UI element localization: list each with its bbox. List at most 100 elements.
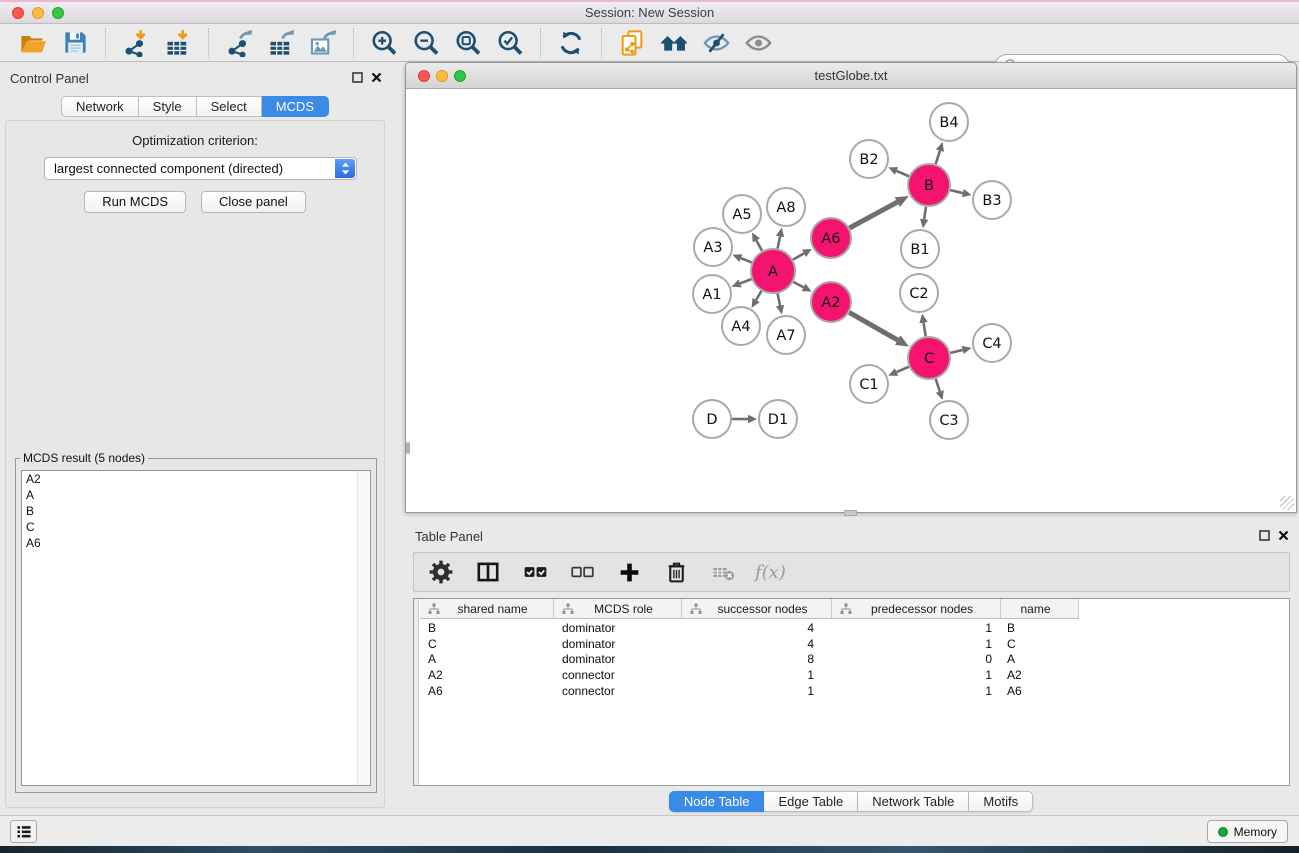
graph-node-A8[interactable]: A8 — [767, 188, 805, 226]
graph-node-A3[interactable]: A3 — [694, 228, 732, 266]
tab-mcds[interactable]: MCDS — [262, 96, 329, 117]
zoom-in-button[interactable] — [366, 27, 402, 59]
gear-button[interactable] — [426, 557, 456, 587]
graph-node-C3[interactable]: C3 — [930, 401, 968, 439]
graph-edge-A-A8[interactable] — [778, 236, 780, 248]
graph-node-C[interactable]: C — [908, 337, 950, 379]
tab-network[interactable]: Network — [61, 96, 139, 117]
save-session-button[interactable] — [57, 27, 93, 59]
table-row[interactable]: Bdominator41B — [420, 620, 1289, 636]
graph-edge-C-C3[interactable] — [936, 379, 940, 392]
graph-node-A5[interactable]: A5 — [723, 195, 761, 233]
checkboxes-checked-button[interactable] — [520, 557, 550, 587]
graph-edge-A6-B[interactable] — [849, 202, 897, 228]
vertical-scrollbar-thumb[interactable] — [406, 442, 410, 454]
graph-edge-A-A3[interactable] — [741, 258, 752, 262]
resize-grip[interactable] — [1280, 496, 1294, 510]
graph-node-B3[interactable]: B3 — [973, 181, 1011, 219]
column-header-shared-name[interactable]: shared name — [420, 599, 554, 619]
tab-network-table[interactable]: Network Table — [858, 791, 969, 812]
graph-edge-A-A1[interactable] — [740, 279, 751, 283]
graph-node-A4[interactable]: A4 — [722, 307, 760, 345]
optimization-criterion-select[interactable]: largest connected component (directed) — [44, 157, 357, 180]
export-network-button[interactable] — [221, 27, 257, 59]
graph-edge-B-B3[interactable] — [950, 190, 962, 193]
graph-edge-A-A5[interactable] — [756, 240, 762, 250]
close-table-panel-icon[interactable] — [1278, 530, 1289, 541]
float-table-panel-icon[interactable] — [1259, 530, 1270, 541]
graph-node-A2[interactable]: A2 — [811, 282, 851, 322]
show-eye-button[interactable] — [740, 27, 776, 59]
task-history-button[interactable] — [10, 820, 37, 843]
mcds-result-item[interactable]: A — [22, 487, 370, 503]
graph-node-B4[interactable]: B4 — [930, 103, 968, 141]
home-button[interactable] — [656, 27, 692, 59]
export-table-button[interactable] — [263, 27, 299, 59]
import-network-button[interactable] — [118, 27, 154, 59]
network-canvas[interactable]: B4 B2 B B3 A8A5 A6 A3 B1 A A1 C2 A2 A4A7 C4 C C1 C3 D D1 — [407, 90, 1295, 511]
graph-node-C2[interactable]: C2 — [900, 274, 938, 312]
hide-unselected-button[interactable] — [698, 27, 734, 59]
zoom-out-button[interactable] — [408, 27, 444, 59]
export-image-button[interactable] — [305, 27, 341, 59]
open-file-button[interactable] — [15, 27, 51, 59]
tab-style[interactable]: Style — [139, 96, 197, 117]
refresh-view-button[interactable] — [553, 27, 589, 59]
column-header-predecessor-nodes[interactable]: predecessor nodes — [832, 599, 1001, 619]
graph-edge-A-A4[interactable] — [756, 291, 761, 300]
close-panel-button[interactable]: Close panel — [201, 191, 306, 213]
graph-edge-C-C2[interactable] — [924, 323, 926, 337]
tab-motifs[interactable]: Motifs — [969, 791, 1033, 812]
memory-button[interactable]: Memory — [1207, 820, 1288, 843]
delete-table-button[interactable] — [708, 557, 738, 587]
column-header-successor-nodes[interactable]: successor nodes — [682, 599, 832, 619]
import-table-button[interactable] — [160, 27, 196, 59]
mcds-result-item[interactable]: A6 — [22, 535, 370, 551]
graph-node-B2[interactable]: B2 — [850, 140, 888, 178]
column-header-MCDS-role[interactable]: MCDS role — [554, 599, 682, 619]
zoom-fit-button[interactable] — [450, 27, 486, 59]
column-header-name[interactable]: name — [1001, 599, 1079, 619]
mcds-result-item[interactable]: A2 — [22, 471, 370, 487]
add-column-button[interactable] — [614, 557, 644, 587]
graph-edge-A-A2[interactable] — [793, 282, 803, 288]
graph-edge-C-C4[interactable] — [950, 350, 962, 353]
table-row[interactable]: A6connector11A6 — [420, 683, 1289, 699]
run-mcds-button[interactable]: Run MCDS — [84, 191, 186, 213]
graph-node-B1[interactable]: B1 — [901, 230, 939, 268]
copy-network-button[interactable] — [614, 27, 650, 59]
table-row[interactable]: Adominator80A — [420, 651, 1289, 667]
graph-edge-B-B4[interactable] — [936, 151, 940, 164]
graph-node-A[interactable]: A — [751, 249, 795, 293]
delete-column-button[interactable] — [661, 557, 691, 587]
graph-edge-B-B1[interactable] — [924, 207, 926, 220]
checkboxes-unchecked-button[interactable] — [567, 557, 597, 587]
graph-node-A7[interactable]: A7 — [767, 316, 805, 354]
mcds-result-item[interactable]: C — [22, 519, 370, 535]
graph-node-C4[interactable]: C4 — [973, 324, 1011, 362]
mcds-result-item[interactable]: B — [22, 503, 370, 519]
graph-node-B[interactable]: B — [908, 164, 950, 206]
graph-node-A6[interactable]: A6 — [811, 218, 851, 258]
graph-node-A1[interactable]: A1 — [693, 275, 731, 313]
close-panel-icon[interactable] — [371, 72, 382, 83]
tab-node-table[interactable]: Node Table — [669, 791, 765, 812]
table-row[interactable]: A2connector11A2 — [420, 667, 1289, 683]
graph-node-C1[interactable]: C1 — [850, 365, 888, 403]
tab-edge-table[interactable]: Edge Table — [764, 791, 858, 812]
graph-node-D1[interactable]: D1 — [759, 400, 797, 438]
horizontal-scrollbar-thumb[interactable] — [844, 510, 857, 516]
float-panel-icon[interactable] — [352, 72, 363, 83]
table-row[interactable]: Cdominator41C — [420, 636, 1289, 652]
graph-edge-A2-C[interactable] — [849, 312, 898, 340]
graph-edge-B-B2[interactable] — [897, 171, 909, 176]
zoom-selected-button[interactable] — [492, 27, 528, 59]
tab-select[interactable]: Select — [197, 96, 262, 117]
function-builder-icon[interactable]: f(x) — [755, 562, 786, 583]
graph-edge-A-A7[interactable] — [778, 294, 780, 306]
graph-node-D[interactable]: D — [693, 400, 731, 438]
graph-edge-A-A6[interactable] — [793, 253, 804, 259]
graph-edge-C-C1[interactable] — [897, 367, 909, 372]
mcds-list-scrollbar[interactable] — [357, 471, 370, 785]
split-columns-button[interactable] — [473, 557, 503, 587]
